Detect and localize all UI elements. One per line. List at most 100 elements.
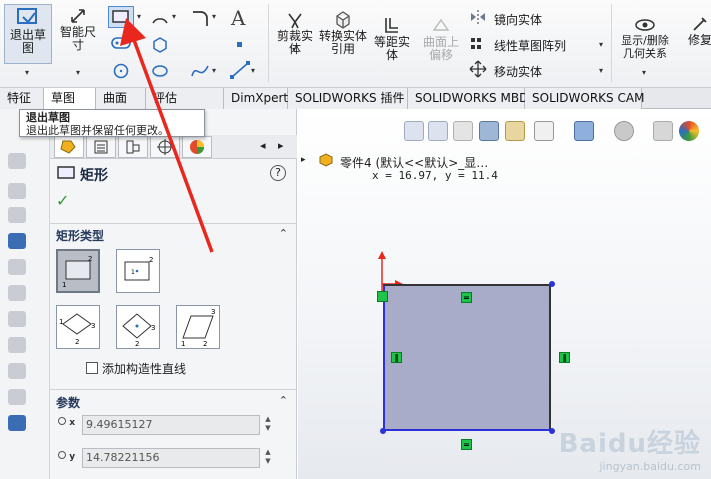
- dimxpert-manager-tab[interactable]: [150, 136, 180, 158]
- tab-evaluate[interactable]: 评估: [146, 88, 224, 109]
- edit-appearance-icon[interactable]: [653, 121, 673, 141]
- svg-text:1: 1: [181, 340, 185, 348]
- tab-sketch[interactable]: 草图: [44, 88, 96, 109]
- repair-sketch-button[interactable]: 修复: [680, 16, 711, 47]
- strip-tool-icon[interactable]: [8, 415, 26, 431]
- tab-scroll-left[interactable]: ◂: [260, 139, 266, 152]
- center-rectangle-option[interactable]: 12: [116, 249, 160, 293]
- horizontal-relation-icon[interactable]: =: [461, 292, 472, 303]
- strip-tool-icon[interactable]: [8, 207, 26, 223]
- arc-dropdown[interactable]: ▾: [172, 12, 176, 21]
- spline-dropdown[interactable]: ▾: [212, 66, 216, 75]
- linear-pattern-button[interactable]: 线性草图阵列: [494, 37, 566, 54]
- y-coordinate-field[interactable]: 14.78221156: [82, 448, 260, 468]
- circle-tool-icon[interactable]: [112, 62, 130, 80]
- ok-button[interactable]: ✓: [56, 191, 69, 210]
- point-tool-icon[interactable]: [237, 42, 242, 47]
- fix-relation-icon[interactable]: [377, 291, 388, 302]
- 3-point-center-rectangle-option[interactable]: 32: [116, 305, 160, 349]
- y-coordinate-spinner[interactable]: ▲ ▼: [262, 448, 274, 468]
- property-manager-tab[interactable]: [86, 136, 116, 158]
- arc-tool-icon[interactable]: [150, 8, 170, 26]
- zoom-to-fit-icon[interactable]: [404, 121, 424, 141]
- strip-tool-icon[interactable]: [8, 337, 26, 353]
- fillet-dropdown[interactable]: ▾: [212, 12, 216, 21]
- display-delete-relations-button[interactable]: 显示/删除几何关系: [616, 16, 674, 60]
- x-coordinate-field[interactable]: 9.49615127: [82, 415, 260, 435]
- section-view-icon[interactable]: [479, 121, 499, 141]
- strip-tool-icon[interactable]: [8, 389, 26, 405]
- tree-expand-arrow[interactable]: ▸: [301, 155, 306, 165]
- strip-tool-icon[interactable]: [8, 259, 26, 275]
- repair-label: 修复: [687, 33, 711, 47]
- configuration-manager-tab[interactable]: [118, 136, 148, 158]
- corner-point[interactable]: [549, 428, 555, 434]
- feature-manager-tab[interactable]: [54, 136, 84, 158]
- exit-sketch-button[interactable]: 退出草图: [4, 4, 52, 64]
- x-coordinate-spinner[interactable]: ▲ ▼: [262, 415, 274, 435]
- smart-dimension-dropdown[interactable]: ▾: [76, 68, 80, 77]
- mirror-entities-button[interactable]: 镜向实体: [494, 11, 542, 28]
- convert-entities-button[interactable]: 转换实体引用: [319, 10, 367, 56]
- previous-view-icon[interactable]: [453, 121, 473, 141]
- tab-solidworks-mbd[interactable]: SOLIDWORKS MBD: [408, 88, 528, 109]
- display-manager-tab[interactable]: [182, 136, 212, 158]
- ellipse-tool-icon[interactable]: [151, 62, 169, 80]
- relations-dropdown[interactable]: ▾: [642, 68, 646, 77]
- corner-point[interactable]: [549, 281, 555, 287]
- strip-tool-icon[interactable]: [8, 285, 26, 301]
- move-entities-button[interactable]: 移动实体: [494, 63, 542, 80]
- hide-show-items-icon[interactable]: [614, 121, 634, 141]
- line-dropdown[interactable]: ▾: [251, 66, 255, 75]
- strip-tool-icon[interactable]: [8, 153, 26, 169]
- tab-solidworks-cam[interactable]: SOLIDWORKS CAM: [525, 88, 644, 109]
- line-tool-icon[interactable]: [229, 60, 251, 80]
- view-orientation-icon[interactable]: [534, 121, 554, 141]
- strip-tool-icon[interactable]: [8, 183, 26, 199]
- strip-tool-icon[interactable]: [8, 311, 26, 327]
- strip-tool-icon[interactable]: [8, 363, 26, 379]
- rectangle-tool-icon[interactable]: [108, 6, 134, 28]
- fillet-tool-icon[interactable]: [190, 8, 210, 28]
- polygon-tool-icon[interactable]: [151, 36, 169, 54]
- dynamic-annotation-icon[interactable]: [505, 121, 525, 141]
- tab-solidworks-addins[interactable]: SOLIDWORKS 插件: [288, 88, 408, 109]
- help-button[interactable]: ?: [270, 165, 286, 181]
- horizontal-relation-icon[interactable]: =: [461, 439, 472, 450]
- display-style-icon[interactable]: [574, 121, 594, 141]
- sketch-tool-strip: [0, 109, 50, 479]
- tab-surfaces[interactable]: 曲面: [96, 88, 146, 109]
- tab-dimxpert[interactable]: DimXpert: [224, 88, 288, 109]
- collapse-rectangle-type[interactable]: ⌃: [279, 227, 288, 240]
- vertical-relation-icon[interactable]: ‖: [391, 352, 402, 363]
- 3-point-corner-rectangle-option[interactable]: 1 3 2: [56, 305, 100, 349]
- collapse-parameters[interactable]: ⌃: [279, 394, 288, 407]
- construction-checkbox[interactable]: [86, 362, 98, 374]
- apply-scene-icon[interactable]: [679, 121, 699, 141]
- watermark-url: jingyan.baidu.com: [599, 460, 701, 473]
- tab-scroll-right[interactable]: ▸: [278, 139, 284, 152]
- offset-on-surface-button[interactable]: 曲面上偏移: [418, 16, 464, 62]
- linear-pattern-dropdown[interactable]: ▾: [599, 40, 603, 49]
- trim-dropdown[interactable]: ▾: [292, 45, 296, 54]
- smart-dimension-button[interactable]: 智能尺寸: [56, 6, 100, 52]
- spline-tool-icon[interactable]: [190, 62, 210, 80]
- exit-sketch-dropdown[interactable]: ▾: [25, 68, 29, 77]
- offset-on-surface-label: 曲面上偏移: [422, 35, 459, 62]
- cursor-coordinates: x = 16.97, y = 11.4: [372, 169, 498, 182]
- text-tool-icon[interactable]: A: [231, 6, 245, 30]
- tab-features[interactable]: 特征: [0, 88, 44, 109]
- vertical-relation-icon[interactable]: ‖: [559, 352, 570, 363]
- strip-tool-icon[interactable]: [8, 233, 26, 249]
- rectangle-dropdown[interactable]: ▾: [137, 12, 141, 21]
- corner-rectangle-option[interactable]: 21: [56, 249, 100, 293]
- graphics-area[interactable]: ▸ 零件4 (默认<<默认>_显… x = 16.97, y = 11.4 = …: [298, 109, 711, 479]
- corner-point[interactable]: [380, 428, 386, 434]
- linear-pattern-icon: [471, 38, 481, 49]
- slot-tool-icon[interactable]: [110, 36, 132, 50]
- sketched-rectangle[interactable]: [383, 284, 551, 431]
- parallelogram-option[interactable]: 1 3 2: [176, 305, 220, 349]
- zoom-to-area-icon[interactable]: [428, 121, 448, 141]
- move-dropdown[interactable]: ▾: [599, 66, 603, 75]
- offset-entities-button[interactable]: 等距实体: [371, 16, 413, 62]
